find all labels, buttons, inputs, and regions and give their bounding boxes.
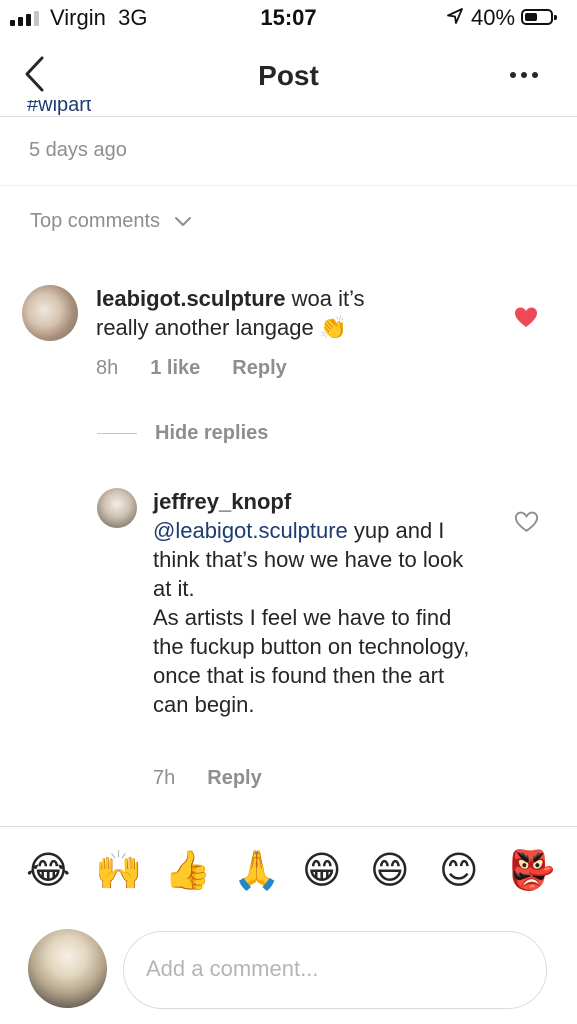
comment-sort-dropdown[interactable]: Top comments bbox=[30, 210, 192, 233]
avatar[interactable] bbox=[22, 285, 78, 341]
hide-replies-label: Hide replies bbox=[155, 422, 269, 444]
emoji-grinning-face[interactable]: 😁 bbox=[302, 846, 342, 896]
heart-outline-icon[interactable] bbox=[514, 510, 539, 533]
current-user-avatar bbox=[28, 929, 107, 1008]
reply-username[interactable]: jeffrey_knopf bbox=[153, 489, 291, 514]
comment-sort-label: Top comments bbox=[30, 210, 161, 232]
divider bbox=[97, 433, 137, 434]
comment-time: 8h bbox=[96, 357, 119, 379]
reply-meta: 7h Reply bbox=[153, 767, 262, 790]
avatar[interactable] bbox=[97, 488, 137, 528]
reply-time: 7h bbox=[153, 767, 176, 789]
comment-likes[interactable]: 1 like bbox=[150, 357, 200, 380]
comment-input-container[interactable] bbox=[123, 931, 547, 1009]
heart-filled-icon[interactable] bbox=[514, 306, 538, 328]
emoji-quick-bar: 😂 🙌 👍 🙏 😁 😄 😊 👺 bbox=[0, 846, 577, 906]
emoji-smiling-face[interactable]: 😄 bbox=[370, 846, 410, 896]
page-title: Post bbox=[258, 60, 319, 91]
comment-meta: 8h 1 like Reply bbox=[96, 357, 287, 380]
emoji-raising-hands[interactable]: 🙌 bbox=[95, 846, 142, 896]
divider bbox=[0, 826, 577, 827]
emoji-blushing-face[interactable]: 😊 bbox=[439, 846, 479, 896]
emoji-goblin[interactable]: 👺 bbox=[508, 846, 555, 896]
battery-percentage: 40% bbox=[471, 5, 516, 30]
comment-body: leabigot.sculpture woa it’s really anoth… bbox=[96, 284, 416, 342]
battery-icon bbox=[521, 9, 557, 25]
clapping-hands-emoji: 👏 bbox=[319, 315, 348, 340]
mention-link[interactable]: @leabigot.sculpture bbox=[153, 518, 348, 543]
caption-hashtag[interactable]: #wipart bbox=[27, 100, 91, 117]
emoji-tears-of-joy[interactable]: 😂 bbox=[26, 846, 70, 896]
comment-username[interactable]: leabigot.sculpture bbox=[96, 286, 285, 311]
divider bbox=[0, 185, 577, 186]
comment-input[interactable] bbox=[146, 956, 526, 982]
reply-body: jeffrey_knopf @leabigot.sculpture yup an… bbox=[153, 487, 483, 719]
chevron-down-icon bbox=[175, 216, 192, 226]
more-options-icon[interactable] bbox=[510, 72, 538, 78]
status-bar: Virgin 3G 15:07 40% bbox=[0, 0, 577, 38]
emoji-folded-hands[interactable]: 🙏 bbox=[233, 846, 280, 896]
reply-button[interactable]: Reply bbox=[232, 357, 286, 380]
post-timestamp: 5 days ago bbox=[29, 139, 127, 161]
reply-text-continued: As artists I feel we have to find the fu… bbox=[153, 605, 470, 717]
hide-replies-toggle[interactable]: Hide replies bbox=[97, 422, 268, 445]
location-arrow-icon bbox=[447, 8, 463, 24]
reply-button[interactable]: Reply bbox=[207, 767, 261, 790]
emoji-thumbs-up[interactable]: 👍 bbox=[164, 846, 211, 896]
